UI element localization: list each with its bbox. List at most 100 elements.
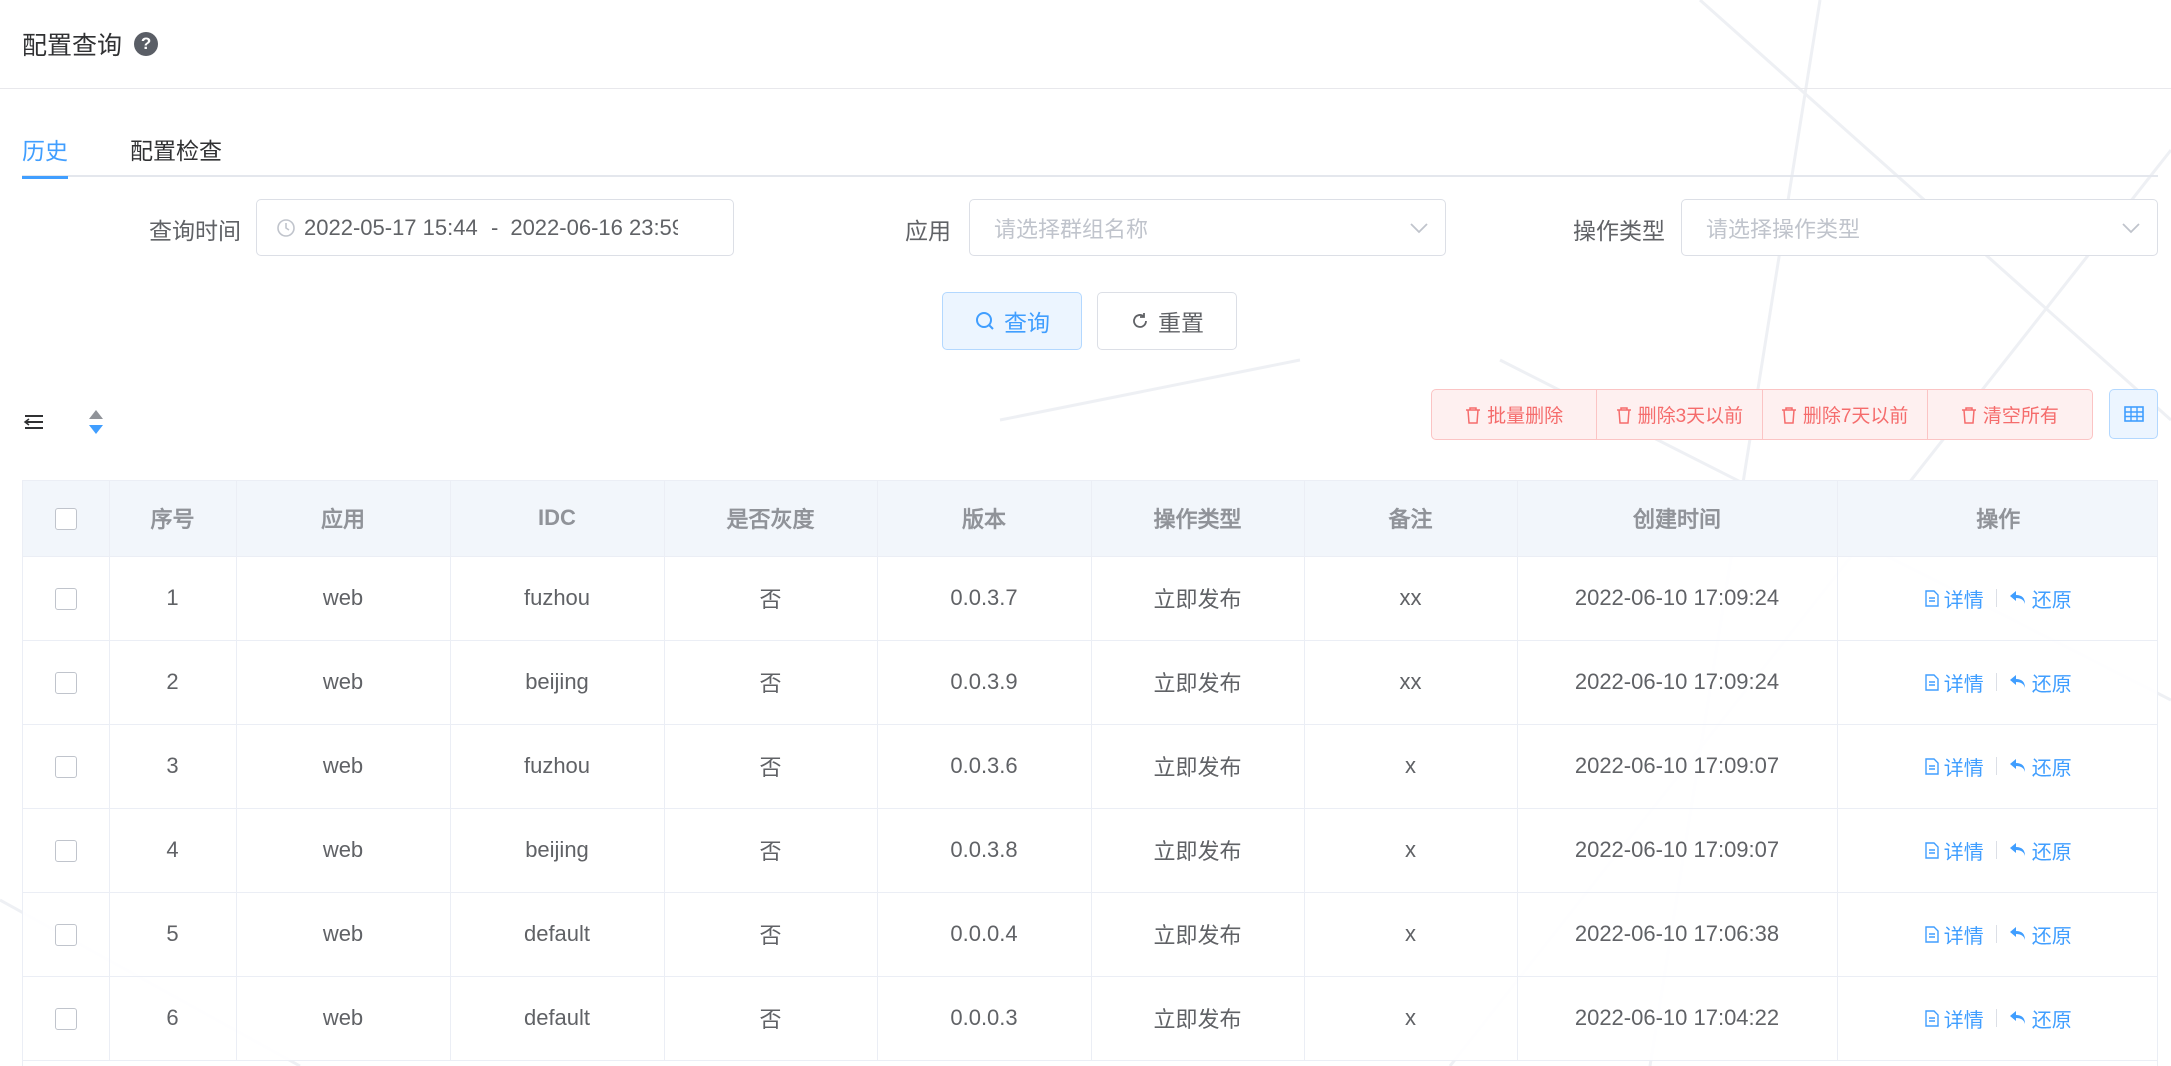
delete-7days-button[interactable]: 删除7天以前 xyxy=(1763,390,1928,439)
trash-icon xyxy=(1781,406,1796,424)
select-all-checkbox[interactable] xyxy=(54,508,77,531)
app-select[interactable]: 请选择群组名称 xyxy=(969,199,1446,256)
clock-icon xyxy=(276,218,296,238)
row-checkbox[interactable] xyxy=(54,840,77,863)
cell-version: 0.0.0.3 xyxy=(877,976,1092,1061)
detail-link[interactable]: 详情 xyxy=(1925,668,1984,697)
cell-app: web xyxy=(236,808,451,893)
restore-link[interactable]: 还原 xyxy=(2009,752,2072,781)
cell-index: 3 xyxy=(109,724,237,809)
cell-created: 2022-06-10 17:04:22 xyxy=(1517,976,1838,1061)
cell-app: web xyxy=(236,556,451,641)
chevron-down-icon xyxy=(1409,222,1429,234)
op-type-select[interactable]: 请选择操作类型 xyxy=(1681,199,2158,256)
cell-gray: 否 xyxy=(664,808,878,893)
collapse-menu-icon[interactable] xyxy=(22,410,46,434)
restore-label: 还原 xyxy=(2031,1009,2072,1032)
page-header: 配置查询 ? xyxy=(0,0,2171,89)
reset-button[interactable]: 重置 xyxy=(1097,292,1237,350)
row-checkbox[interactable] xyxy=(54,1008,77,1031)
detail-label: 详情 xyxy=(1943,757,1984,780)
restore-link[interactable]: 还原 xyxy=(2009,584,2072,613)
restore-link[interactable]: 还原 xyxy=(2009,668,2072,697)
question-circle-icon[interactable]: ? xyxy=(134,32,159,56)
row-checkbox[interactable] xyxy=(54,588,77,611)
cell-idc: default xyxy=(450,976,665,1061)
delete-3days-button[interactable]: 删除3天以前 xyxy=(1597,390,1763,439)
detail-label: 详情 xyxy=(1943,1009,1984,1032)
restore-link[interactable]: 还原 xyxy=(2009,836,2072,865)
action-divider xyxy=(1995,841,1997,859)
document-icon xyxy=(1925,925,1939,943)
trash-icon xyxy=(1961,406,1976,424)
detail-link[interactable]: 详情 xyxy=(1925,752,1984,781)
query-button[interactable]: 查询 xyxy=(942,292,1082,350)
row-checkbox[interactable] xyxy=(54,756,77,779)
cell-gray: 否 xyxy=(664,976,878,1061)
column-header: 备注 xyxy=(1304,481,1518,557)
date-range-picker[interactable]: 2022-05-17 15:44 - 2022-06-16 23:59 xyxy=(256,199,734,256)
chevron-down-icon xyxy=(2121,222,2141,234)
action-divider xyxy=(1995,673,1997,691)
column-header: 序号 xyxy=(109,481,237,557)
cell-version: 0.0.3.7 xyxy=(877,556,1092,641)
detail-link[interactable]: 详情 xyxy=(1925,1004,1984,1033)
cell-actions: 详情 还原 xyxy=(1837,808,2157,893)
column-header: IDC xyxy=(450,481,665,557)
cell-version: 0.0.0.4 xyxy=(877,892,1092,977)
delete-7days-label: 删除7天以前 xyxy=(1802,406,1909,427)
detail-label: 详情 xyxy=(1943,673,1984,696)
refresh-icon xyxy=(1133,313,1147,328)
delete-button-group: 批量删除 删除3天以前 删除7天以前 清空所有 xyxy=(1431,389,2093,440)
document-icon xyxy=(1925,589,1939,607)
undo-icon xyxy=(2009,843,2025,856)
restore-label: 还原 xyxy=(2031,925,2072,948)
table-row: 5 web default 否 0.0.0.4 立即发布 x 2022-06-1… xyxy=(23,892,2157,977)
clear-all-button[interactable]: 清空所有 xyxy=(1928,390,2092,439)
restore-link[interactable]: 还原 xyxy=(2009,920,2072,949)
cell-gray: 否 xyxy=(664,892,878,977)
column-settings-button[interactable] xyxy=(2109,389,2158,439)
restore-label: 还原 xyxy=(2031,841,2072,864)
op-type-label: 操作类型 xyxy=(1573,218,1665,244)
table-header-row: 序号 应用 IDC 是否灰度 版本 操作类型 备注 创建时间 操作 xyxy=(23,481,2157,557)
action-divider xyxy=(1995,589,1997,607)
date-end-input[interactable]: 2022-06-16 23:59 xyxy=(510,215,678,241)
detail-link[interactable]: 详情 xyxy=(1925,584,1984,613)
detail-link[interactable]: 详情 xyxy=(1925,836,1984,865)
cell-idc: fuzhou xyxy=(450,724,665,809)
cell-app: web xyxy=(236,976,451,1061)
cell-app: web xyxy=(236,640,451,725)
cell-actions: 详情 还原 xyxy=(1837,556,2157,641)
restore-link[interactable]: 还原 xyxy=(2009,1004,2072,1033)
action-divider xyxy=(1995,925,1997,943)
restore-label: 还原 xyxy=(2031,673,2072,696)
sort-icon[interactable] xyxy=(86,408,106,436)
cell-index: 4 xyxy=(109,808,237,893)
batch-delete-button[interactable]: 批量删除 xyxy=(1432,390,1598,439)
op-type-select-placeholder: 请选择操作类型 xyxy=(1706,216,1861,242)
cell-remark: xx xyxy=(1304,556,1518,641)
table-row: 6 web default 否 0.0.0.3 立即发布 x 2022-06-1… xyxy=(23,976,2157,1061)
app-select-placeholder: 请选择群组名称 xyxy=(994,216,1149,242)
restore-label: 还原 xyxy=(2031,589,2072,612)
reset-button-label: 重置 xyxy=(1158,310,1204,336)
cell-actions: 详情 还原 xyxy=(1837,724,2157,809)
tab-bar: 历史 配置检查 xyxy=(22,120,2158,179)
cell-op-type: 立即发布 xyxy=(1091,640,1305,725)
detail-link[interactable]: 详情 xyxy=(1925,920,1984,949)
document-icon xyxy=(1925,757,1939,775)
table-row: 1 web fuzhou 否 0.0.3.7 立即发布 xx 2022-06-1… xyxy=(23,556,2157,641)
cell-created: 2022-06-10 17:09:24 xyxy=(1517,556,1838,641)
tab-config-check[interactable]: 配置检查 xyxy=(130,120,222,177)
cell-idc: default xyxy=(450,892,665,977)
tab-history[interactable]: 历史 xyxy=(22,120,68,179)
column-header: 是否灰度 xyxy=(664,481,878,557)
row-checkbox[interactable] xyxy=(54,672,77,695)
detail-label: 详情 xyxy=(1943,925,1984,948)
row-checkbox[interactable] xyxy=(54,924,77,947)
table-icon xyxy=(2123,406,2144,422)
date-range-separator: - xyxy=(491,214,499,240)
undo-icon xyxy=(2009,675,2025,688)
date-start-input[interactable]: 2022-05-17 15:44 xyxy=(304,215,479,241)
